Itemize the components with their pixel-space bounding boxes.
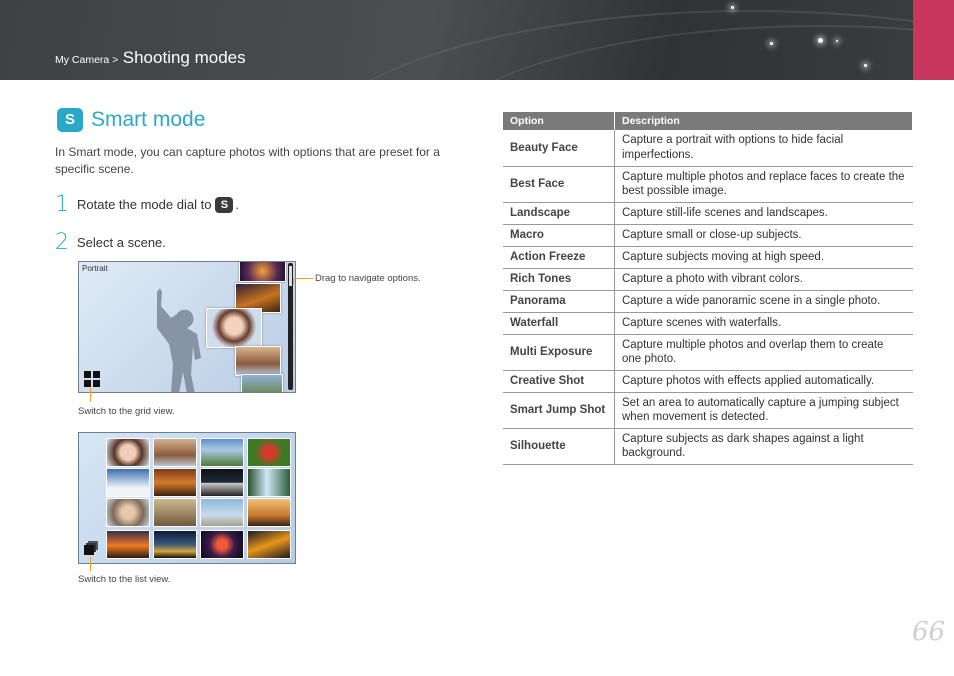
list-view-screen: Portrait: [78, 261, 296, 393]
mode-dial-s-icon: S: [215, 196, 234, 213]
page-header: [0, 0, 954, 80]
intro-text: In Smart mode, you can capture photos wi…: [55, 145, 440, 176]
best-face-thumbnail[interactable]: [153, 438, 197, 467]
chapter-tab[interactable]: [913, 0, 954, 80]
night-thumbnail[interactable]: [153, 530, 197, 559]
breadcrumb-current: Shooting modes: [122, 48, 246, 67]
table-row: Smart Jump Shot Set an area to automatica…: [503, 392, 913, 429]
silhouette-thumbnail[interactable]: [247, 498, 291, 527]
table-row: Beauty Face Capture a portrait with optio…: [503, 130, 913, 167]
breadcrumb: My Camera > Shooting modes: [55, 48, 246, 68]
header-sparkle: [731, 6, 734, 9]
option-name: Smart Jump Shot: [503, 392, 615, 429]
header-sparkle: [836, 40, 838, 42]
landscape-thumbnail[interactable]: [241, 374, 283, 392]
rich-tones-thumbnail[interactable]: [153, 468, 197, 497]
header-sparkle: [770, 42, 773, 45]
option-description: Capture subjects moving at high speed.: [614, 246, 913, 269]
table-row: Macro Capture small or close-up subjects.: [503, 224, 913, 247]
light-trace-thumbnail[interactable]: [247, 530, 291, 559]
table-row: Waterfall Capture scenes with waterfalls.: [503, 312, 913, 335]
grid-view-screen: [78, 432, 296, 564]
option-description: Capture a wide panoramic scene in a sing…: [614, 290, 913, 313]
callout-line: [90, 388, 91, 402]
landscape-thumbnail[interactable]: [200, 438, 244, 467]
option-description: Capture subjects as dark shapes against …: [614, 428, 913, 465]
smart-jump-shot-thumbnail[interactable]: [200, 498, 244, 527]
table-row: Multi Exposure Capture multiple photos an…: [503, 334, 913, 371]
step-number: 1: [55, 192, 69, 217]
option-name: Action Freeze: [503, 246, 615, 269]
step-text: Rotate the mode dial to: [77, 197, 212, 212]
list-view-icon[interactable]: [84, 541, 98, 555]
option-description: Capture multiple photos and replace face…: [614, 166, 913, 203]
column-header-description: Description: [614, 112, 913, 130]
portrait-thumbnail-selected[interactable]: [206, 308, 262, 348]
option-description: Capture a portrait with options to hide …: [614, 130, 913, 167]
option-description: Capture small or close-up subjects.: [614, 224, 913, 247]
fireworks-thumbnail[interactable]: [239, 262, 286, 282]
option-name: Landscape: [503, 202, 615, 225]
table-row: Silhouette Capture subjects as dark shape…: [503, 428, 913, 465]
column-header-option: Option: [503, 112, 615, 130]
multi-exposure-thumbnail[interactable]: [106, 498, 150, 527]
group-thumbnail[interactable]: [235, 346, 281, 376]
grid-view-callout: Switch to the grid view.: [78, 406, 175, 417]
table-row: Landscape Capture still-life scenes and l…: [503, 202, 913, 225]
sunset-thumbnail[interactable]: [106, 530, 150, 559]
option-description: Capture photos with effects applied auto…: [614, 370, 913, 393]
table-row: Best Face Capture multiple photos and rep…: [503, 166, 913, 203]
smart-mode-icon: S: [57, 108, 83, 132]
page-title: Smart mode: [91, 108, 206, 131]
option-name: Beauty Face: [503, 130, 615, 167]
option-description: Capture still-life scenes and landscapes…: [614, 202, 913, 225]
scrollbar-thumb[interactable]: [289, 266, 292, 286]
callout-line: [293, 278, 313, 279]
action-freeze-thumbnail[interactable]: [106, 468, 150, 497]
page-number: 66: [912, 617, 946, 647]
option-name: Rich Tones: [503, 268, 615, 291]
option-name: Multi Exposure: [503, 334, 615, 371]
option-name: Silhouette: [503, 428, 615, 465]
panorama-thumbnail[interactable]: [200, 468, 244, 497]
option-description: Set an area to automatically capture a j…: [614, 392, 913, 429]
callout-line: [293, 278, 294, 284]
table-row: Action Freeze Capture subjects moving at …: [503, 246, 913, 269]
option-name: Panorama: [503, 290, 615, 313]
list-view-callout: Switch to the list view.: [78, 574, 171, 585]
option-description: Capture scenes with waterfalls.: [614, 312, 913, 335]
beauty-face-thumbnail[interactable]: [106, 438, 150, 467]
step-number: 2: [55, 230, 69, 255]
drag-callout: Drag to navigate options.: [315, 273, 421, 284]
option-description: Capture a photo with vibrant colors.: [614, 268, 913, 291]
breadcrumb-parent[interactable]: My Camera >: [55, 54, 118, 66]
waterfall-thumbnail[interactable]: [247, 468, 291, 497]
header-sparkle: [864, 64, 867, 67]
callout-line: [90, 557, 91, 571]
creative-shot-thumbnail[interactable]: [153, 498, 197, 527]
section-title: S Smart mode: [57, 108, 205, 132]
table-row: Rich Tones Capture a photo with vibrant c…: [503, 268, 913, 291]
options-table: Option Description Beauty Face Capture a …: [503, 112, 913, 465]
step-2: 2 Select a scene.: [55, 230, 166, 255]
macro-thumbnail[interactable]: [247, 438, 291, 467]
option-name: Macro: [503, 224, 615, 247]
table-row: Creative Shot Capture photos with effects…: [503, 370, 913, 393]
grid-view-icon[interactable]: [84, 371, 100, 387]
option-name: Best Face: [503, 166, 615, 203]
step-text: Select a scene.: [77, 235, 166, 250]
option-name: Waterfall: [503, 312, 615, 335]
table-row: Panorama Capture a wide panoramic scene i…: [503, 290, 913, 313]
step-1: 1 Rotate the mode dial to S .: [55, 192, 239, 217]
option-description: Capture multiple photos and overlap them…: [614, 334, 913, 371]
step-suffix: .: [235, 197, 240, 212]
option-name: Creative Shot: [503, 370, 615, 393]
header-sparkle: [818, 38, 823, 43]
table-header-row: Option Description: [503, 112, 913, 130]
fireworks-thumbnail[interactable]: [200, 530, 244, 559]
